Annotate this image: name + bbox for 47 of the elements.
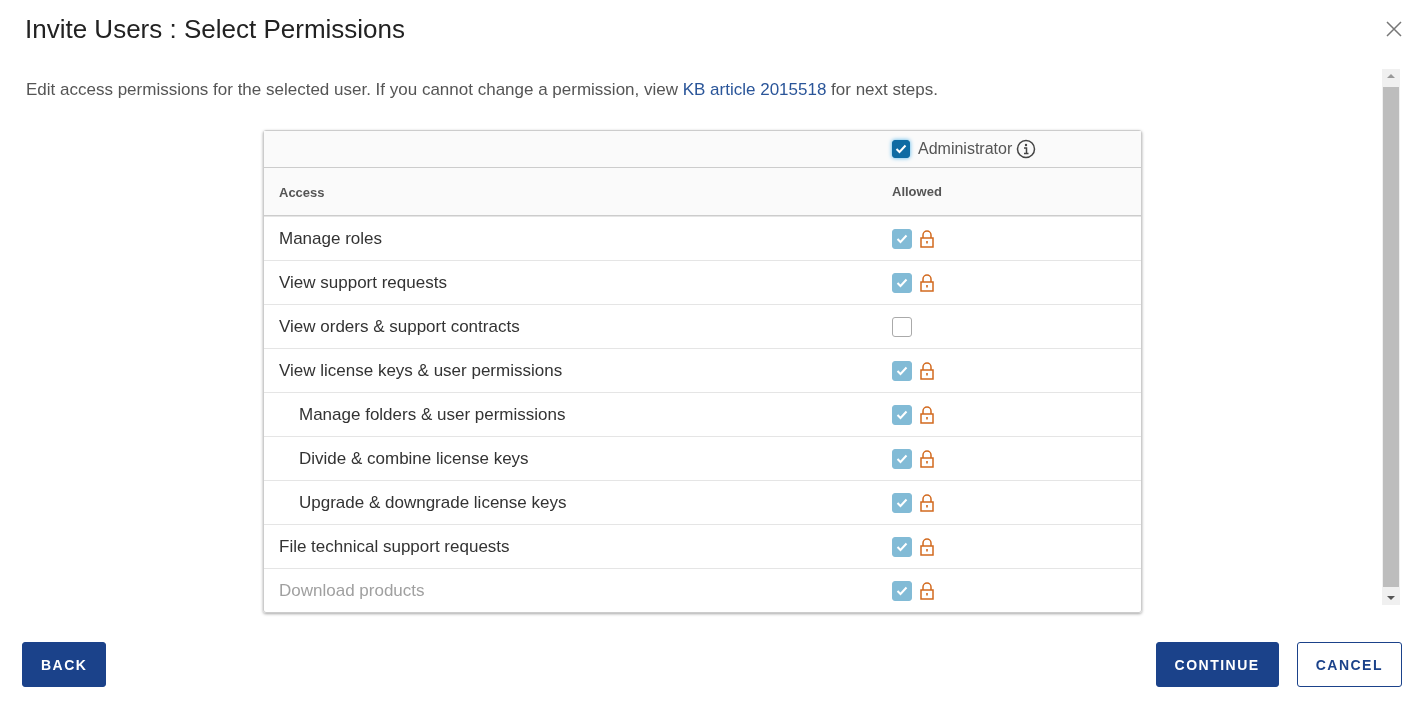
check-icon	[896, 541, 908, 552]
checkbox[interactable]	[892, 316, 912, 337]
column-header: Allowed	[892, 184, 942, 199]
checkbox[interactable]	[892, 492, 912, 513]
lock-icon	[920, 493, 934, 512]
permission-label: Download products	[279, 580, 425, 600]
back-button[interactable]: BACK	[22, 642, 107, 687]
checkbox[interactable]	[892, 404, 912, 425]
check-icon	[896, 277, 908, 288]
permission-label: View support requests	[279, 272, 447, 292]
check-icon	[895, 144, 907, 154]
checkbox[interactable]	[892, 448, 912, 469]
lock-icon	[920, 229, 934, 248]
column-header: Access	[279, 184, 325, 200]
description-text: Edit access permissions for the selected user. If you cannot change a permission, view KB article 2015518 for next steps.	[26, 80, 939, 100]
permission-label: Upgrade & downgrade license keys	[299, 492, 567, 512]
permission-label: Divide & combine license keys	[299, 448, 529, 468]
check-icon	[896, 365, 908, 376]
checkbox[interactable]	[892, 360, 912, 381]
dialog-title: Invite Users : Select Permissions	[25, 13, 405, 45]
lock-icon	[920, 273, 934, 292]
check-icon	[896, 497, 908, 508]
check-icon	[896, 233, 908, 244]
kb-article-link[interactable]: KB article 2015518	[682, 80, 827, 99]
administrator-checkbox[interactable]	[892, 140, 910, 158]
check-icon	[896, 409, 908, 420]
cancel-button[interactable]: CANCEL	[1296, 642, 1402, 687]
lock-icon	[920, 449, 934, 468]
permission-label: Manage roles	[279, 228, 382, 248]
lock-icon	[920, 361, 934, 380]
checkbox[interactable]	[892, 272, 912, 293]
administrator-label: Administrator	[918, 140, 1013, 158]
check-icon	[896, 585, 908, 596]
info-icon[interactable]	[1016, 139, 1037, 159]
checkbox[interactable]	[892, 536, 912, 557]
permission-label: Manage folders & user permissions	[299, 404, 566, 424]
permission-label: View orders & support contracts	[279, 316, 520, 336]
permission-label: File technical support requests	[279, 536, 510, 556]
check-icon	[896, 453, 908, 464]
lock-icon	[920, 537, 934, 556]
close-button[interactable]	[1384, 19, 1404, 39]
permission-label: View license keys & user permissions	[279, 360, 563, 380]
lock-icon	[920, 581, 934, 600]
scrollbar[interactable]	[1382, 69, 1400, 605]
lock-icon	[920, 405, 934, 424]
continue-button[interactable]: CONTINUE	[1155, 642, 1279, 687]
checkbox[interactable]	[892, 228, 912, 249]
